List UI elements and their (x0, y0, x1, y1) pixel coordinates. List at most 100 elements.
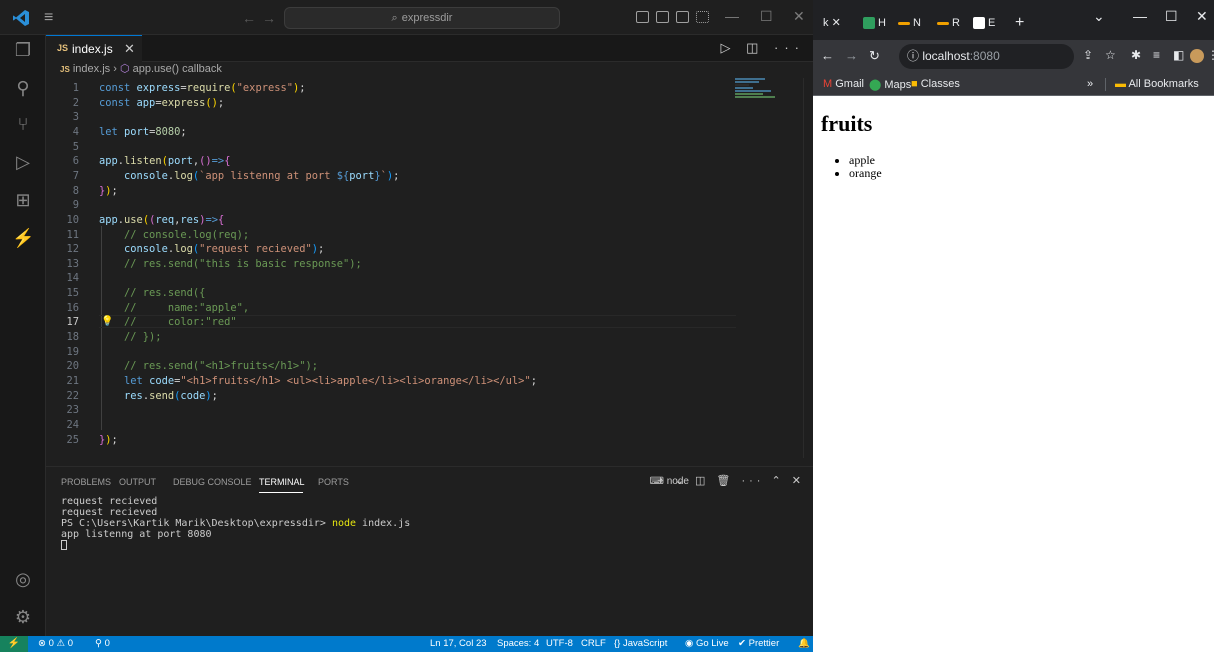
tab-debug-console[interactable]: DEBUG CONSOLE (173, 477, 252, 487)
more-bookmarks-chevron-icon[interactable]: » (1087, 78, 1093, 90)
tab-close-icon[interactable]: ✕ (124, 41, 135, 57)
browser-tab[interactable]: E (973, 8, 995, 38)
tab-output[interactable]: OUTPUT (119, 477, 156, 487)
customize-layout-icon[interactable] (696, 11, 709, 23)
breadcrumb-file[interactable]: index.js (73, 63, 110, 75)
code-line[interactable]: 20 // res.send("<h1>fruits</h1>"); (46, 360, 736, 372)
breadcrumb[interactable]: JS index.js › ⬡ app.use() callback (46, 62, 813, 78)
code-line[interactable]: 4 let port=8080; (46, 126, 736, 138)
code-line[interactable]: 5 (46, 141, 736, 153)
source-control-icon[interactable]: ⑂ (12, 113, 34, 135)
code-line[interactable]: 7 console.log(`app listenng at port ${po… (46, 170, 736, 182)
tab-search-chevron-icon[interactable]: ⌄ (1093, 8, 1105, 25)
code-line[interactable]: 3 (46, 111, 736, 123)
code-line[interactable]: 10 app.use((req,res)=>{ (46, 214, 736, 226)
go-live-button[interactable]: ◉ Go Live (685, 638, 729, 649)
cursor-position[interactable]: Ln 17, Col 23 (430, 638, 487, 649)
profile-avatar[interactable] (1190, 49, 1204, 63)
tab-ports[interactable]: PORTS (318, 477, 349, 487)
maximize-icon[interactable]: ☐ (760, 8, 773, 25)
browser-tab[interactable]: R (937, 8, 960, 38)
editor-actions[interactable]: ▷ ◫ ··· (721, 40, 806, 56)
address-bar[interactable]: ⓘ localhost:8080 (899, 44, 1074, 69)
bookmark-maps[interactable]: ⬤ Maps (869, 78, 911, 91)
tab-terminal[interactable]: TERMINAL (259, 477, 305, 487)
browser-tab[interactable]: k ✕ (823, 8, 841, 38)
code-line[interactable]: 💡 17 // color:"red" (46, 315, 736, 329)
extensions-icon[interactable]: ⊞ (12, 189, 34, 211)
minimap[interactable] (735, 78, 801, 118)
browser-tab[interactable]: H (863, 8, 886, 38)
code-line[interactable]: 12 console.log("request recieved"); (46, 243, 736, 255)
back-arrow-icon[interactable]: ← (242, 10, 256, 26)
code-line[interactable]: 18 // }); (46, 331, 736, 343)
editor-scrollbar[interactable] (803, 78, 813, 458)
thunder-client-icon[interactable]: ⚡ (12, 227, 34, 249)
toggle-sidebar-icon[interactable] (636, 11, 649, 23)
toggle-secondary-sidebar-icon[interactable] (676, 11, 689, 23)
site-info-icon[interactable]: ⓘ (907, 49, 922, 63)
bookmarks-bar: M Gmail ⬤ Maps ■ Classes » ▬ All Bookmar… (813, 73, 1214, 96)
code-editor[interactable]: 1 const express=require("express"); 2 const… (46, 78, 813, 458)
share-icon[interactable]: ⇪ (1083, 48, 1093, 62)
code-line[interactable]: 11 // console.log(req); (46, 229, 736, 241)
panel-actions[interactable]: + ⌄ ◫ 🗑 ··· ⌃ ✕ (657, 474, 805, 487)
code-line[interactable]: 21 let code="<h1>fruits</h1> <ul><li>app… (46, 375, 736, 387)
minimize-icon[interactable]: — (725, 8, 739, 24)
reading-list-icon[interactable]: ≡ (1153, 48, 1160, 62)
code-line[interactable]: 2 const app=express(); (46, 97, 736, 109)
line-ending[interactable]: CRLF (581, 638, 606, 649)
remote-indicator[interactable]: ⚡ (0, 636, 28, 652)
code-line[interactable]: 15 // res.send({ (46, 287, 736, 299)
problems-status[interactable]: ⊗ 0 ⚠ 0 (38, 638, 73, 649)
encoding[interactable]: UTF-8 (546, 638, 573, 649)
forward-arrow-icon[interactable]: → (262, 10, 276, 26)
explorer-icon[interactable]: ❐ (12, 39, 34, 61)
code-line[interactable]: 1 const express=require("express"); (46, 82, 736, 94)
menu-icon[interactable]: ≡ (44, 9, 53, 27)
close-window-icon[interactable]: ✕ (1196, 8, 1208, 25)
terminal-output[interactable]: request recieved request recieved PS C:\Us… (61, 496, 410, 553)
indentation[interactable]: Spaces: 4 (497, 638, 539, 649)
code-line[interactable]: 22 res.send(code); (46, 390, 736, 402)
browser-tab[interactable]: N (898, 8, 921, 38)
chrome-menu-icon[interactable]: ⋮ (1207, 48, 1214, 62)
language-mode[interactable]: {} JavaScript (614, 638, 667, 649)
bookmark-classes[interactable]: ■ Classes (911, 78, 960, 90)
code-line[interactable]: 13 // res.send("this is basic response")… (46, 258, 736, 270)
search-view-icon[interactable]: ⚲ (12, 77, 34, 99)
settings-gear-icon[interactable]: ⚙ (12, 606, 34, 628)
tab-index-js[interactable]: JS index.js ✕ (46, 35, 142, 62)
side-panel-icon[interactable]: ◧ (1173, 48, 1184, 62)
code-line[interactable]: 14 (46, 272, 736, 284)
code-line[interactable]: 25}); (46, 434, 736, 446)
code-line[interactable]: 24 (46, 419, 736, 431)
tab-problems[interactable]: PROBLEMS (61, 477, 111, 487)
notifications-bell-icon[interactable]: 🔔 (798, 638, 810, 649)
bookmark-gmail[interactable]: M Gmail (823, 78, 864, 90)
extensions-puzzle-icon[interactable]: ✱ (1131, 48, 1141, 62)
code-line[interactable]: 6 app.listen(port,()=>{ (46, 155, 736, 167)
all-bookmarks-folder[interactable]: ▬ All Bookmarks (1115, 78, 1199, 90)
command-center-search[interactable]: ⌕ expressdir (284, 7, 560, 29)
breadcrumb-symbol[interactable]: app.use() callback (133, 63, 222, 75)
toggle-panel-icon[interactable] (656, 11, 669, 23)
run-debug-icon[interactable]: ▷ (12, 151, 34, 173)
account-icon[interactable]: ◎ (12, 568, 34, 590)
code-line[interactable]: 23 (46, 404, 736, 416)
back-arrow-icon[interactable]: ← (821, 48, 834, 63)
close-window-icon[interactable]: ✕ (793, 8, 805, 25)
code-line[interactable]: 19 (46, 346, 736, 358)
bookmark-star-icon[interactable]: ☆ (1105, 48, 1116, 62)
minimize-icon[interactable]: — (1133, 8, 1147, 24)
tab-close-icon[interactable]: ✕ (832, 17, 841, 29)
reload-icon[interactable]: ↻ (869, 48, 880, 64)
new-tab-button[interactable]: + (1015, 8, 1024, 38)
code-line[interactable]: 9 (46, 199, 736, 211)
code-line[interactable]: 8}); (46, 185, 736, 197)
prettier-status[interactable]: ✔ Prettier (738, 638, 779, 649)
maximize-icon[interactable]: ☐ (1165, 8, 1178, 25)
forward-arrow-icon[interactable]: → (845, 48, 858, 63)
code-line[interactable]: 16 // name:"apple", (46, 302, 736, 314)
ports-status[interactable]: ⚲ 0 (95, 638, 110, 649)
